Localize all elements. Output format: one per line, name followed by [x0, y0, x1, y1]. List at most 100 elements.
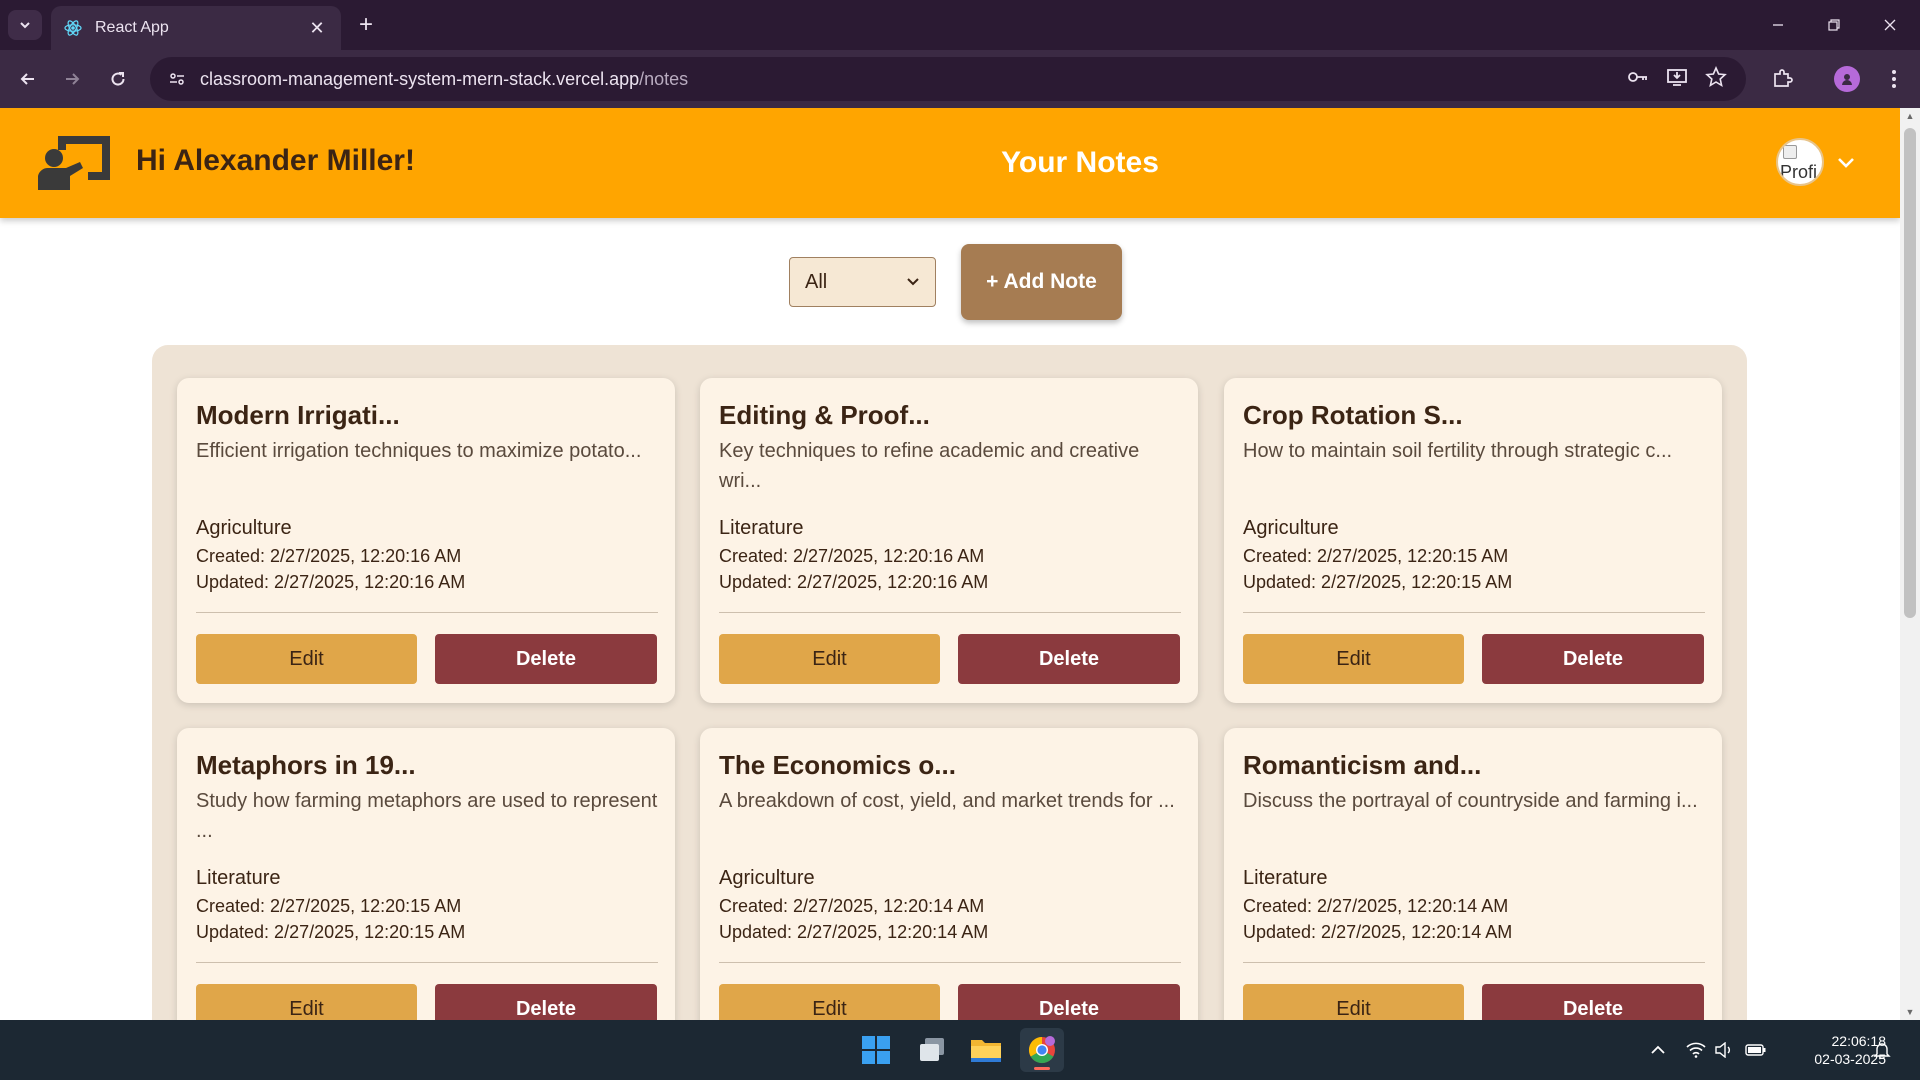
more-vertical-icon — [1892, 70, 1896, 88]
install-icon — [1667, 69, 1687, 86]
extensions-button[interactable] — [1766, 63, 1798, 95]
react-icon — [63, 18, 83, 38]
note-title: Editing & Proof... — [719, 400, 930, 430]
edit-note-button[interactable]: Edit — [719, 634, 940, 684]
note-updated: Updated: 2/27/2025, 12:20:16 AM — [196, 572, 466, 592]
close-icon[interactable]: ✕ — [305, 16, 329, 40]
delete-note-button[interactable]: Delete — [435, 984, 657, 1020]
note-updated: Updated: 2/27/2025, 12:20:14 AM — [1243, 922, 1513, 942]
arrow-right-icon — [66, 73, 80, 85]
note-description: Key techniques to refine academic and cr… — [719, 440, 1140, 492]
notification-bell-icon[interactable] — [1870, 1038, 1894, 1062]
note-description: Study how farming metaphors are used to … — [196, 790, 658, 842]
note-category: Literature — [196, 867, 281, 889]
forward-button[interactable] — [56, 63, 88, 95]
user-menu-toggle[interactable] — [1832, 148, 1860, 176]
notes-grid: Modern Irrigati... Efficient irrigation … — [152, 345, 1747, 1020]
chrome-taskbar-button[interactable] — [1020, 1028, 1064, 1072]
tab-title: React App — [95, 19, 169, 36]
start-button[interactable] — [854, 1028, 898, 1072]
puzzle-icon — [1774, 69, 1793, 87]
note-created: Created: 2/27/2025, 12:20:15 AM — [196, 896, 462, 916]
show-hidden-icons-button[interactable] — [1646, 1038, 1670, 1062]
note-category: Literature — [719, 517, 804, 539]
note-created: Created: 2/27/2025, 12:20:16 AM — [719, 546, 985, 566]
window-close-button[interactable] — [1862, 0, 1918, 50]
edit-note-button[interactable]: Edit — [719, 984, 940, 1020]
restore-button[interactable] — [1806, 0, 1862, 50]
browser-profile-button[interactable] — [1831, 63, 1863, 95]
delete-note-button[interactable]: Delete — [435, 634, 657, 684]
divider — [1243, 612, 1705, 613]
add-note-button[interactable]: + Add Note — [961, 244, 1122, 320]
browser-toolbar: classroom-management-system-mern-stack.v… — [0, 50, 1920, 108]
chevron-down-icon — [1838, 158, 1854, 168]
reload-button[interactable] — [102, 63, 134, 95]
broken-image-icon — [1783, 145, 1797, 159]
browser-tab-bar: React App ✕ + — [0, 0, 1920, 50]
note-card: The Economics o... A breakdown of cost, … — [700, 728, 1198, 1020]
note-category: Agriculture — [1243, 517, 1339, 539]
tab-search-button[interactable] — [8, 10, 42, 40]
divider — [1243, 962, 1705, 963]
avatar[interactable]: Profi — [1776, 138, 1824, 186]
chevron-down-icon — [907, 278, 919, 286]
divider — [719, 962, 1181, 963]
browser-menu-button[interactable] — [1878, 63, 1910, 95]
profile-icon — [1834, 66, 1860, 92]
note-card: Modern Irrigati... Efficient irrigation … — [177, 378, 675, 703]
password-key-button[interactable] — [1622, 61, 1654, 93]
note-description: How to maintain soil fertility through s… — [1243, 440, 1673, 462]
delete-note-button[interactable]: Delete — [1482, 634, 1704, 684]
battery-icon[interactable] — [1744, 1038, 1768, 1062]
volume-icon[interactable] — [1712, 1038, 1736, 1062]
delete-note-button[interactable]: Delete — [958, 634, 1180, 684]
minimize-button[interactable] — [1750, 0, 1806, 50]
scroll-down-icon[interactable]: ▼ — [1905, 1007, 1915, 1017]
page-viewport: Hi Alexander Miller! Your Notes Profi Al… — [0, 108, 1900, 1020]
edit-note-button[interactable]: Edit — [1243, 634, 1464, 684]
category-filter-select[interactable]: All — [789, 257, 936, 307]
note-description: A breakdown of cost, yield, and market t… — [719, 790, 1175, 812]
delete-note-button[interactable]: Delete — [958, 984, 1180, 1020]
avatar-alt-text: Profi — [1780, 162, 1818, 182]
note-card: Metaphors in 19... Study how farming met… — [177, 728, 675, 1020]
scroll-up-icon[interactable]: ▲ — [1905, 111, 1915, 121]
url-domain: classroom-management-system-mern-stack.v… — [200, 68, 640, 89]
edit-note-button[interactable]: Edit — [196, 984, 417, 1020]
file-explorer-button[interactable] — [964, 1028, 1008, 1072]
note-updated: Updated: 2/27/2025, 12:20:16 AM — [719, 572, 989, 592]
back-button[interactable] — [12, 63, 44, 95]
task-view-button[interactable] — [910, 1028, 954, 1072]
address-bar[interactable]: classroom-management-system-mern-stack.v… — [150, 57, 1746, 101]
bookmark-button[interactable] — [1700, 61, 1732, 93]
chevron-down-icon — [20, 22, 30, 29]
delete-note-button[interactable]: Delete — [1482, 984, 1704, 1020]
scrollbar-thumb[interactable] — [1904, 128, 1916, 618]
install-app-button[interactable] — [1661, 61, 1693, 93]
note-created: Created: 2/27/2025, 12:20:15 AM — [1243, 546, 1509, 566]
wifi-icon[interactable] — [1684, 1038, 1708, 1062]
task-view-icon — [920, 1038, 944, 1061]
note-title: Crop Rotation S... — [1243, 400, 1463, 430]
note-created: Created: 2/27/2025, 12:20:14 AM — [1243, 896, 1509, 916]
note-title: Romanticism and... — [1243, 750, 1482, 780]
new-tab-button[interactable]: + — [352, 11, 380, 39]
category-filter-value: All — [805, 270, 828, 293]
page-scrollbar[interactable]: ▲ ▼ — [1900, 108, 1920, 1020]
browser-tab-active[interactable]: React App ✕ — [51, 6, 341, 50]
edit-note-button[interactable]: Edit — [1243, 984, 1464, 1020]
note-updated: Updated: 2/27/2025, 12:20:15 AM — [1243, 572, 1513, 592]
edit-note-button[interactable]: Edit — [196, 634, 417, 684]
arrow-left-icon — [20, 73, 34, 85]
star-icon — [1705, 66, 1727, 88]
note-card: Editing & Proof... Key techniques to ref… — [700, 378, 1198, 703]
note-card: Crop Rotation S... How to maintain soil … — [1224, 378, 1722, 703]
reload-icon — [111, 72, 125, 86]
chevron-up-icon — [1651, 1045, 1665, 1054]
site-info-icon[interactable] — [164, 66, 190, 92]
app-header: Hi Alexander Miller! Your Notes Profi — [0, 108, 1900, 218]
note-title: The Economics o... — [719, 750, 956, 780]
note-category: Literature — [1243, 867, 1328, 889]
minimize-icon — [1773, 24, 1783, 26]
